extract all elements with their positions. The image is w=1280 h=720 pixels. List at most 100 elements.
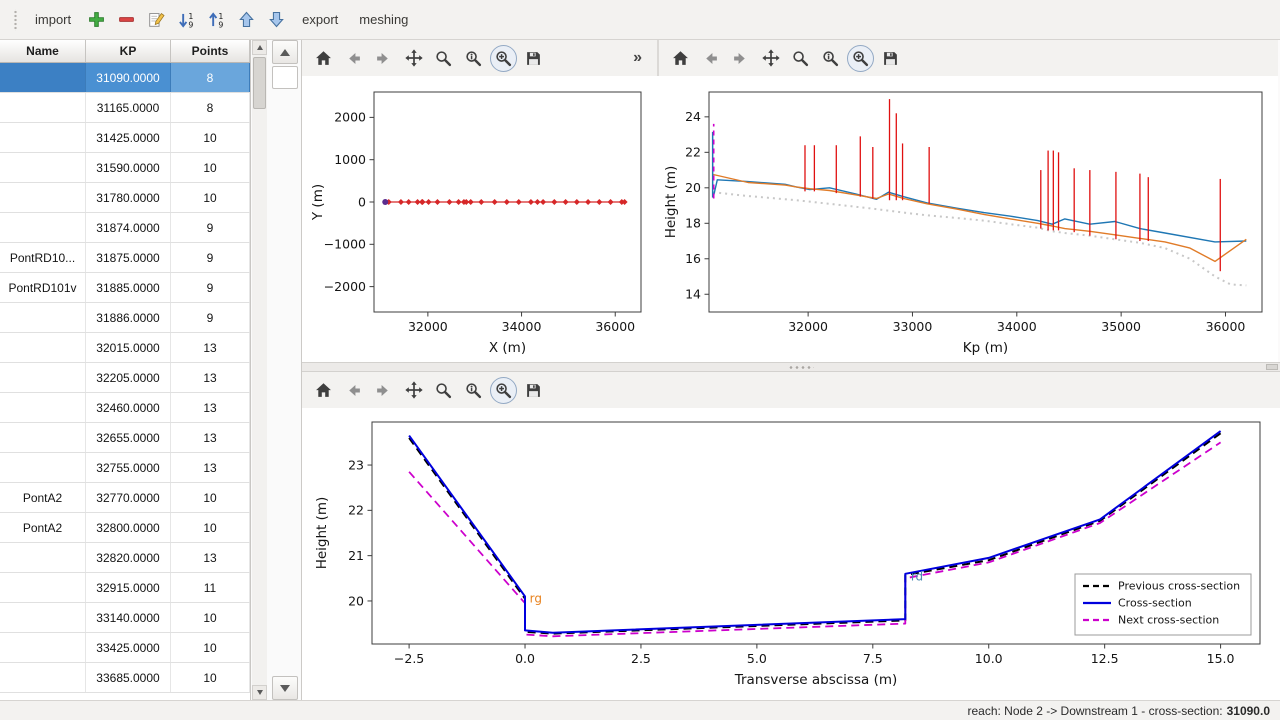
save-icon[interactable] — [877, 45, 904, 72]
zoom-rect-icon[interactable] — [847, 45, 874, 72]
inspect-icon[interactable] — [817, 45, 844, 72]
table-row[interactable]: 31780.000010 — [0, 183, 250, 213]
cell-kp[interactable]: 32755.0000 — [86, 453, 171, 482]
forward-icon[interactable] — [370, 377, 397, 404]
cell-name[interactable] — [0, 93, 86, 122]
panel-scrollbar-thumb[interactable] — [272, 66, 298, 89]
cell-name[interactable]: PontRD10... — [0, 243, 86, 272]
cell-points[interactable]: 9 — [171, 243, 250, 272]
cell-points[interactable]: 13 — [171, 333, 250, 362]
cell-points[interactable]: 10 — [171, 123, 250, 152]
cell-name[interactable] — [0, 303, 86, 332]
cell-name[interactable] — [0, 633, 86, 662]
cell-kp[interactable]: 31590.0000 — [86, 153, 171, 182]
cell-points[interactable]: 13 — [171, 543, 250, 572]
cell-points[interactable]: 9 — [171, 213, 250, 242]
cell-points[interactable]: 13 — [171, 453, 250, 482]
cell-points[interactable]: 9 — [171, 273, 250, 302]
pan-icon[interactable] — [400, 377, 427, 404]
cell-name[interactable] — [0, 363, 86, 392]
cell-name[interactable] — [0, 213, 86, 242]
sort-ascending-icon[interactable]: 19 — [203, 6, 230, 33]
cell-name[interactable] — [0, 63, 86, 92]
scroll-up-icon[interactable] — [252, 40, 267, 55]
cell-kp[interactable]: 33140.0000 — [86, 603, 171, 632]
cell-kp[interactable]: 32015.0000 — [86, 333, 171, 362]
cell-kp[interactable]: 31874.0000 — [86, 213, 171, 242]
cell-points[interactable]: 13 — [171, 423, 250, 452]
table-row[interactable]: 31090.00008 — [0, 63, 250, 93]
pan-icon[interactable] — [400, 45, 427, 72]
cell-kp[interactable]: 31875.0000 — [86, 243, 171, 272]
menu-meshing[interactable]: meshing — [350, 7, 417, 32]
cell-name[interactable] — [0, 333, 86, 362]
cell-name[interactable] — [0, 183, 86, 212]
cell-kp[interactable]: 31165.0000 — [86, 93, 171, 122]
zoom-rect-icon[interactable] — [490, 377, 517, 404]
forward-icon[interactable] — [727, 45, 754, 72]
table-row[interactable]: 33425.000010 — [0, 633, 250, 663]
remove-icon[interactable] — [113, 6, 140, 33]
save-icon[interactable] — [520, 45, 547, 72]
back-icon[interactable] — [340, 45, 367, 72]
cell-points[interactable]: 13 — [171, 363, 250, 392]
cell-name[interactable]: PontA2 — [0, 513, 86, 542]
toolbar-grip[interactable] — [13, 9, 18, 31]
cell-kp[interactable]: 31885.0000 — [86, 273, 171, 302]
zoom-icon[interactable] — [430, 45, 457, 72]
panel-scroll-up-icon[interactable] — [272, 40, 298, 64]
toolbar-overflow-icon[interactable]: » — [628, 49, 647, 67]
menu-export[interactable]: export — [293, 7, 347, 32]
back-icon[interactable] — [340, 377, 367, 404]
table-row[interactable]: 32755.000013 — [0, 453, 250, 483]
inspect-icon[interactable] — [460, 377, 487, 404]
cell-points[interactable]: 10 — [171, 183, 250, 212]
zoom-rect-icon[interactable] — [490, 45, 517, 72]
table-scrollbar-thumb[interactable] — [253, 57, 266, 109]
panel-scroll-down-icon[interactable] — [272, 676, 298, 700]
table-row[interactable]: 31590.000010 — [0, 153, 250, 183]
add-icon[interactable] — [83, 6, 110, 33]
cell-kp[interactable]: 32205.0000 — [86, 363, 171, 392]
cell-points[interactable]: 10 — [171, 633, 250, 662]
table-row[interactable]: 31874.00009 — [0, 213, 250, 243]
cell-kp[interactable]: 31780.0000 — [86, 183, 171, 212]
home-icon[interactable] — [310, 377, 337, 404]
cell-name[interactable] — [0, 453, 86, 482]
cell-points[interactable]: 11 — [171, 573, 250, 602]
table-row[interactable]: PontA232770.000010 — [0, 483, 250, 513]
cell-name[interactable] — [0, 123, 86, 152]
cell-points[interactable]: 10 — [171, 153, 250, 182]
menu-import[interactable]: import — [26, 7, 80, 32]
cell-name[interactable] — [0, 153, 86, 182]
cell-kp[interactable]: 33425.0000 — [86, 633, 171, 662]
pan-icon[interactable] — [757, 45, 784, 72]
cell-kp[interactable]: 32820.0000 — [86, 543, 171, 572]
table-scrollbar[interactable] — [252, 40, 267, 700]
table-row[interactable]: 32205.000013 — [0, 363, 250, 393]
table-row[interactable]: 32820.000013 — [0, 543, 250, 573]
column-header-name[interactable]: Name — [0, 40, 86, 62]
cell-kp[interactable]: 32460.0000 — [86, 393, 171, 422]
forward-icon[interactable] — [370, 45, 397, 72]
home-icon[interactable] — [310, 45, 337, 72]
table-row[interactable]: PontRD10...31875.00009 — [0, 243, 250, 273]
cell-points[interactable]: 9 — [171, 303, 250, 332]
cell-name[interactable] — [0, 573, 86, 602]
cell-kp[interactable]: 32770.0000 — [86, 483, 171, 512]
splitter-handle[interactable] — [1266, 364, 1278, 370]
move-down-icon[interactable] — [263, 6, 290, 33]
cell-kp[interactable]: 31886.0000 — [86, 303, 171, 332]
table-row[interactable]: 32915.000011 — [0, 573, 250, 603]
table-row[interactable]: 31886.00009 — [0, 303, 250, 333]
horizontal-splitter[interactable] — [302, 362, 1280, 372]
table-row[interactable]: 33685.000010 — [0, 663, 250, 693]
cell-points[interactable]: 10 — [171, 513, 250, 542]
cell-name[interactable]: PontA2 — [0, 483, 86, 512]
table-row[interactable]: PontA232800.000010 — [0, 513, 250, 543]
cell-name[interactable] — [0, 663, 86, 692]
move-up-icon[interactable] — [233, 6, 260, 33]
table-row[interactable]: 32015.000013 — [0, 333, 250, 363]
column-header-points[interactable]: Points — [171, 40, 250, 62]
cell-name[interactable] — [0, 423, 86, 452]
